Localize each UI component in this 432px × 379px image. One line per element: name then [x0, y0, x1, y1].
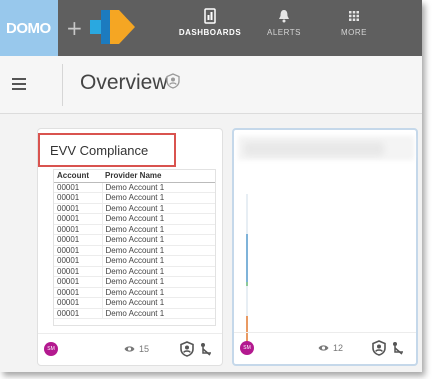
blurred-title — [244, 142, 384, 156]
cell-provider-name: Demo Account 1 — [102, 224, 215, 235]
cell-provider-name: Demo Account 1 — [102, 203, 215, 214]
table-row[interactable]: 00001 Demo Account 1 — [54, 255, 215, 267]
table-row[interactable]: 00001 Demo Account 1 — [54, 287, 215, 298]
header-divider — [62, 64, 63, 106]
table-row[interactable]: 00001 Demo Account 1 — [54, 297, 215, 309]
owner-badge-icon[interactable] — [166, 73, 180, 89]
hamburger-menu-icon[interactable] — [12, 78, 26, 90]
cell-account: 00001 — [54, 245, 103, 256]
table-row[interactable]: 00001 Demo Account 1 — [54, 182, 215, 193]
table-header-row: Account Provider Name — [54, 170, 215, 183]
bell-icon — [279, 10, 289, 23]
certified-badge-icon[interactable] — [372, 340, 386, 356]
nav-alerts[interactable]: ALERTS — [246, 8, 322, 48]
domo-logo[interactable]: DOMO — [0, 0, 58, 56]
card-footer: SM 15 — [38, 333, 222, 365]
title-highlight-box — [38, 133, 176, 167]
nav-more-label: MORE — [341, 28, 367, 37]
table-row[interactable]: 00001 Demo Account 1 — [54, 213, 215, 225]
view-count-value: 12 — [333, 343, 344, 353]
cell-provider-name: Demo Account 1 — [102, 266, 215, 277]
app-window: DOMO + DASHBOARDS ALERTS MORE Overview E… — [0, 0, 422, 372]
top-navigation-bar: DOMO + DASHBOARDS ALERTS MORE — [0, 0, 422, 56]
view-count: 12 — [318, 343, 343, 353]
company-logo-icon — [90, 10, 135, 44]
domo-logo-text: DOMO — [6, 20, 51, 37]
cell-provider-name: Demo Account 1 — [102, 276, 215, 288]
cell-account: 00001 — [54, 182, 103, 193]
avatar[interactable]: SM — [240, 341, 254, 355]
cell-account: 00001 — [54, 276, 103, 288]
chart-axis-segment — [246, 234, 248, 282]
cell-account: 00001 — [54, 192, 103, 204]
cell-provider-name: Demo Account 1 — [102, 287, 215, 298]
cell-provider-name: Demo Account 1 — [102, 182, 215, 193]
cell-account: 00001 — [54, 234, 103, 246]
view-count-value: 15 — [139, 344, 150, 354]
nav-more[interactable]: MORE — [316, 8, 392, 48]
cell-account: 00001 — [54, 308, 103, 319]
cell-account: 00001 — [54, 203, 103, 214]
nav-dashboards[interactable]: DASHBOARDS — [172, 8, 248, 48]
nav-alerts-label: ALERTS — [267, 28, 301, 37]
cell-account: 00001 — [54, 287, 103, 298]
eye-icon — [124, 346, 135, 352]
cell-provider-name: Demo Account 1 — [102, 297, 215, 309]
cell-account: 00001 — [54, 255, 103, 267]
grid-icon — [349, 11, 359, 21]
card-blurred-chart[interactable]: SM 12 — [232, 128, 418, 366]
data-table[interactable]: Account Provider Name 00001 Demo Account … — [53, 169, 216, 326]
cell-account: 00001 — [54, 213, 103, 225]
table-row[interactable]: 00001 Demo Account 1 — [54, 203, 215, 214]
table-row[interactable]: 00001 Demo Account 1 — [54, 192, 215, 204]
table-row[interactable]: 00001 Demo Account 1 — [54, 224, 215, 235]
table-row[interactable]: 00001 Demo Account 1 — [54, 266, 215, 277]
cell-provider-name: Demo Account 1 — [102, 213, 215, 225]
table-row[interactable]: 00001 Demo Account 1 — [54, 245, 215, 256]
table-row[interactable]: 00001 Demo Account 1 — [54, 308, 215, 319]
cell-provider-name: Demo Account 1 — [102, 234, 215, 246]
cell-account: 00001 — [54, 297, 103, 309]
nav-dashboards-label: DASHBOARDS — [178, 28, 242, 37]
certified-badge-icon[interactable] — [180, 341, 194, 357]
view-count: 15 — [124, 344, 149, 354]
column-header-provider-name[interactable]: Provider Name — [102, 170, 215, 183]
table-row[interactable]: 00001 Demo Account 1 — [54, 234, 215, 246]
cell-provider-name: Demo Account 1 — [102, 308, 215, 319]
cell-provider-name: Demo Account 1 — [102, 255, 215, 267]
lineage-icon[interactable] — [392, 341, 405, 356]
table-row[interactable]: 00001 Demo Account 1 — [54, 276, 215, 288]
eye-icon — [318, 345, 329, 351]
cell-account: 00001 — [54, 224, 103, 235]
column-header-account[interactable]: Account — [54, 170, 102, 183]
chart-axis-segment — [246, 286, 248, 316]
table-body: 00001 Demo Account 1 00001 Demo Account 1 00… — [54, 182, 215, 319]
page-title: Overview — [80, 71, 168, 94]
page-header: Overview — [0, 56, 422, 114]
cell-provider-name: Demo Account 1 — [102, 245, 215, 256]
cell-account: 00001 — [54, 266, 103, 277]
cell-provider-name: Demo Account 1 — [102, 192, 215, 204]
card-footer: SM 12 — [234, 332, 416, 364]
plus-sign: + — [66, 16, 83, 40]
lineage-icon[interactable] — [200, 342, 213, 357]
avatar[interactable]: SM — [44, 342, 58, 356]
chart-axis-segment — [246, 194, 248, 234]
dashboard-icon — [204, 8, 216, 24]
